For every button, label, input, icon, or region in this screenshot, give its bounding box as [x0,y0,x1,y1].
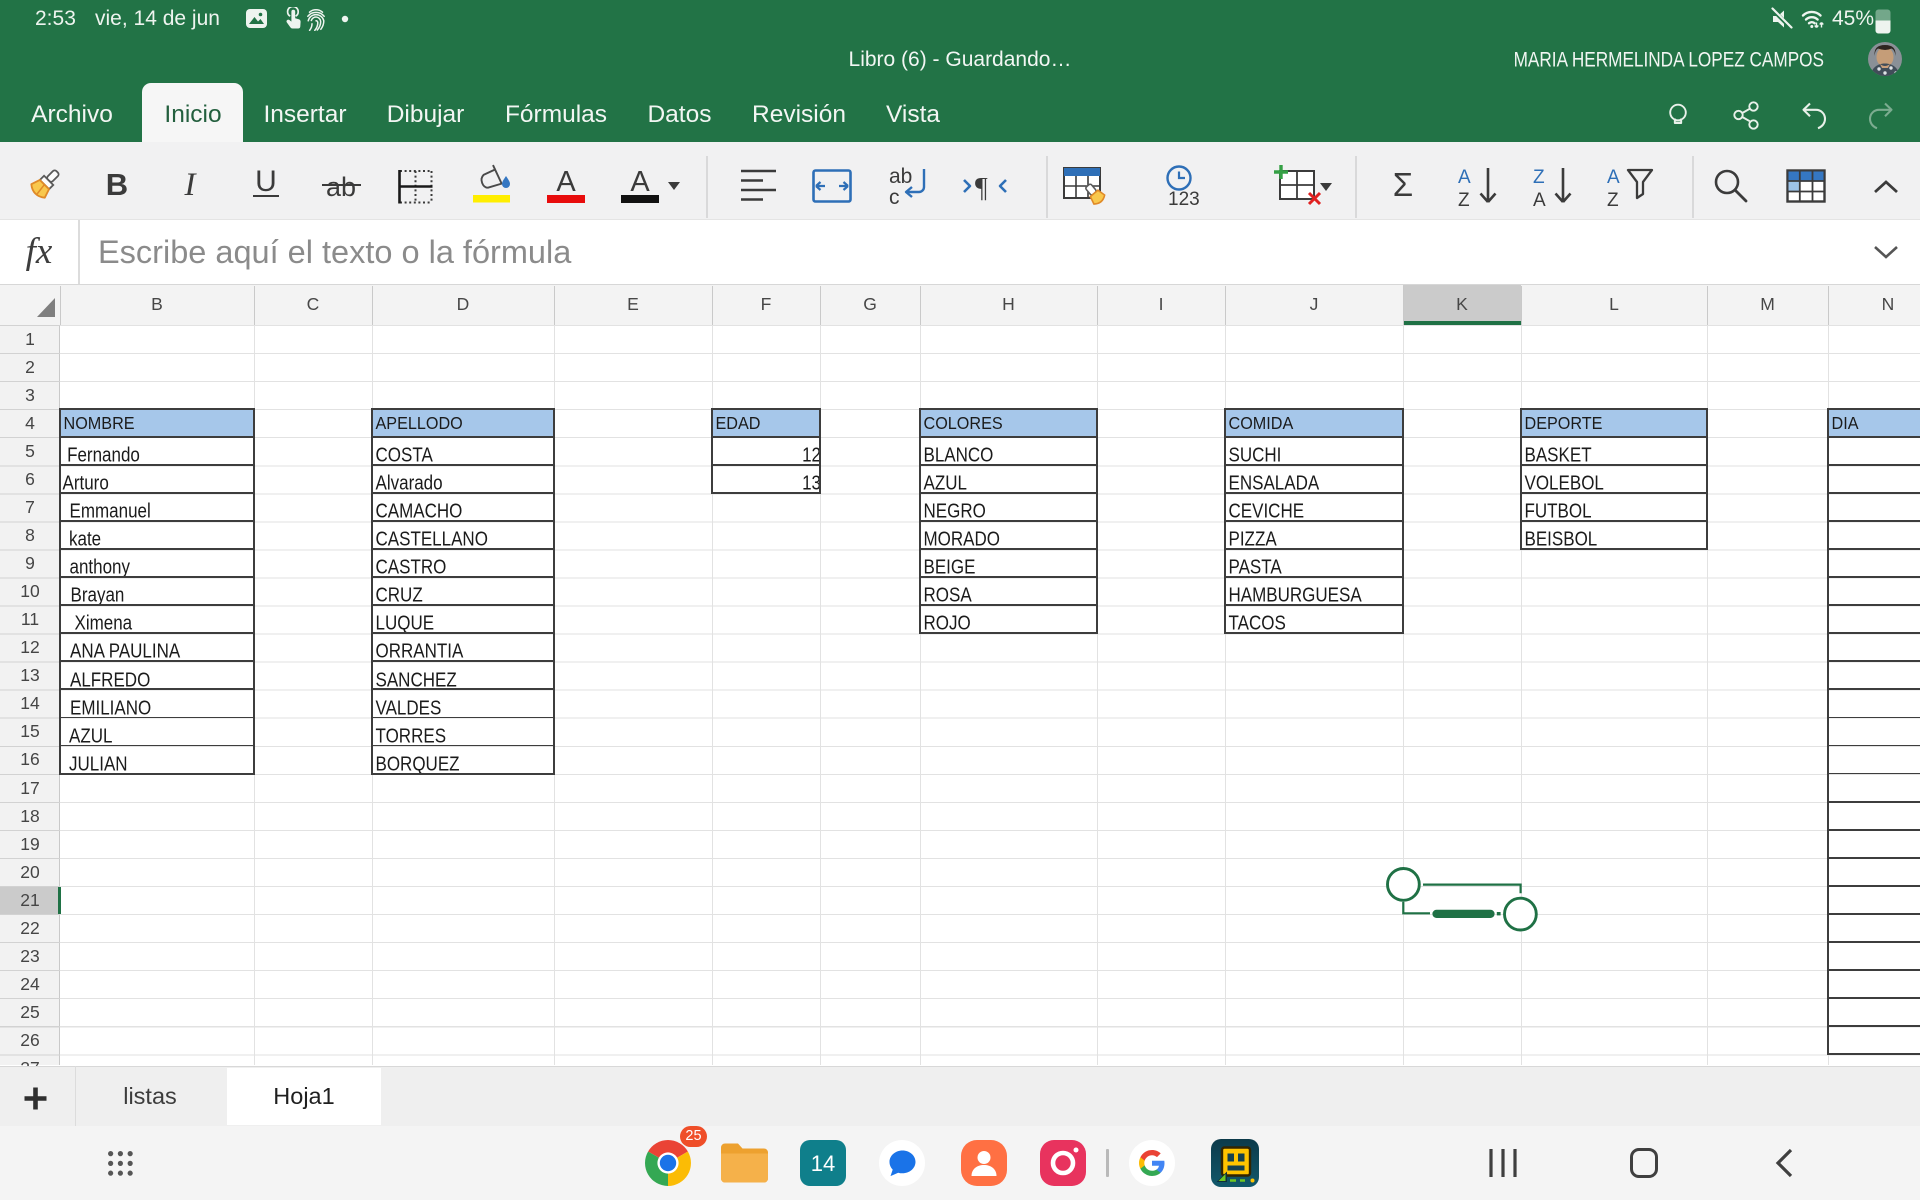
svg-text:Z: Z [1458,190,1470,210]
svg-text:Z: Z [1607,190,1619,210]
svg-text:14: 14 [811,1151,835,1176]
svg-text:¶: ¶ [975,173,988,204]
svg-text:A: A [1533,190,1546,210]
svg-text:A: A [1607,167,1620,188]
svg-text:123: 123 [1168,189,1200,209]
svg-text:Z: Z [1533,167,1545,188]
svg-text:c: c [889,186,900,207]
svg-text:ab: ab [889,165,912,188]
svg-text:A: A [1458,167,1471,188]
